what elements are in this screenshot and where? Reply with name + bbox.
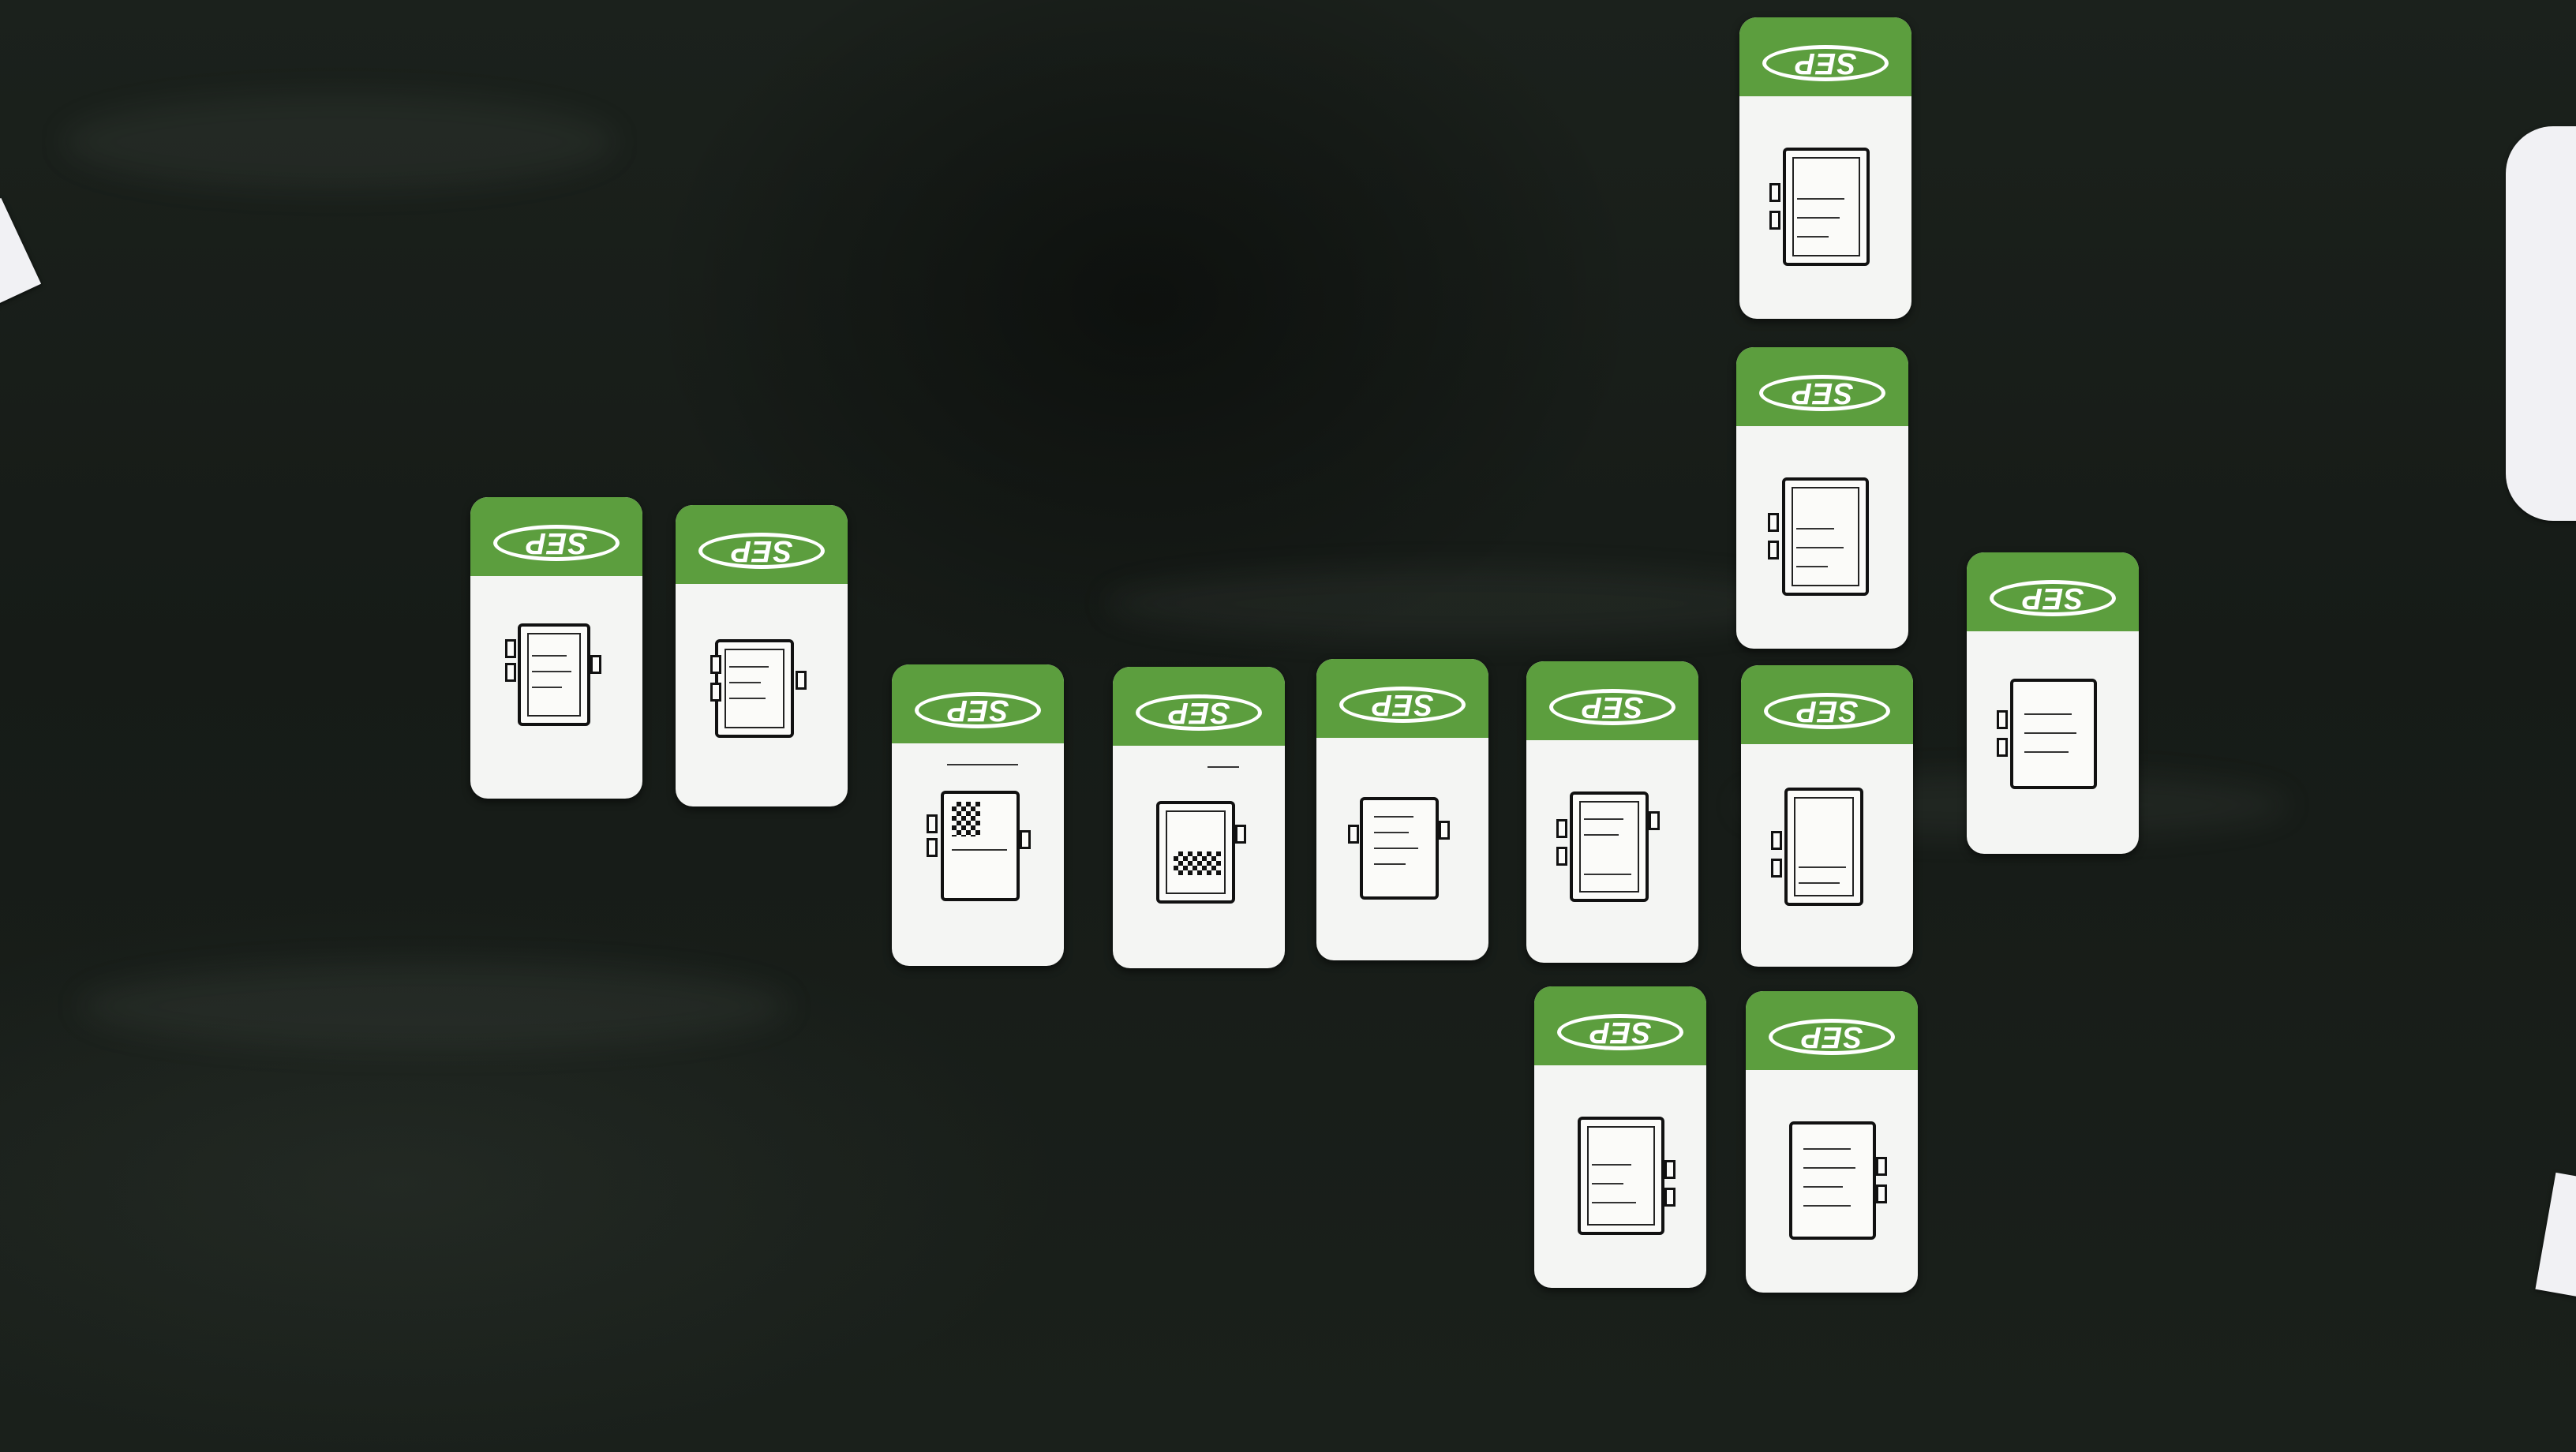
logo-text: SEP — [698, 533, 825, 569]
card-header-band: SEP — [470, 497, 642, 576]
sep-logo: SEP — [698, 520, 825, 569]
logo-text: SEP — [493, 525, 620, 561]
dark-tablecloth: SEP SEP SEP SEP SEP SEP SEP SEP SEP SEP … — [0, 0, 2576, 1452]
logo-text: SEP — [1136, 694, 1262, 731]
sketch-card[interactable]: SEP — [1526, 661, 1698, 963]
sep-logo: SEP — [1990, 567, 2116, 616]
sep-logo: SEP — [493, 512, 620, 561]
card-header-band: SEP — [1534, 986, 1706, 1065]
logo-text: SEP — [1557, 1014, 1683, 1050]
card-header-band: SEP — [1739, 17, 1911, 96]
card-header-band: SEP — [676, 505, 848, 584]
phone-sketch — [1789, 1121, 1876, 1240]
sketch-card[interactable]: SEP — [1746, 991, 1918, 1293]
sketch-card[interactable]: SEP — [1316, 659, 1488, 960]
logo-text: SEP — [1769, 1019, 1895, 1055]
phone-sketch — [715, 639, 794, 738]
sep-logo: SEP — [1557, 1001, 1683, 1050]
checker-pattern — [1174, 851, 1221, 875]
sketch-card[interactable]: SEP — [1534, 986, 1706, 1288]
card-header-band: SEP — [1741, 665, 1913, 744]
sketch-card[interactable]: SEP — [1739, 17, 1911, 319]
phone-sketch — [941, 791, 1020, 901]
sketch-card[interactable]: SEP — [470, 497, 642, 799]
logo-tagline-line — [555, 512, 558, 520]
sketch-card[interactable]: SEP — [1967, 552, 2139, 854]
handwritten-note — [1208, 758, 1239, 768]
card-header-band: SEP — [1526, 661, 1698, 740]
phone-sketch — [1156, 801, 1235, 904]
sep-logo: SEP — [1764, 680, 1890, 729]
handwritten-note — [947, 756, 1018, 765]
sep-logo: SEP — [1339, 674, 1466, 723]
logo-text: SEP — [1764, 693, 1890, 729]
phone-sketch — [1578, 1117, 1664, 1235]
sep-logo: SEP — [915, 679, 1041, 728]
logo-text: SEP — [915, 692, 1041, 728]
phone-sketch — [1360, 797, 1439, 900]
sep-logo: SEP — [1762, 32, 1889, 81]
card-header-band: SEP — [1746, 991, 1918, 1070]
logo-text: SEP — [1990, 580, 2116, 616]
sketch-card[interactable]: SEP — [892, 664, 1064, 966]
sketch-card[interactable]: SEP — [676, 505, 848, 806]
card-header-band: SEP — [892, 664, 1064, 743]
card-header-band: SEP — [1967, 552, 2139, 631]
paper-corner-left — [0, 197, 42, 308]
card-header-band: SEP — [1113, 667, 1285, 746]
phone-sketch — [1570, 791, 1649, 902]
paper-corner-right-top — [2506, 126, 2576, 521]
phone-sketch — [1783, 148, 1870, 266]
paper-corner-right-bottom — [2535, 1172, 2576, 1298]
sep-logo: SEP — [1769, 1006, 1895, 1055]
phone-sketch — [2010, 679, 2097, 789]
sep-logo: SEP — [1759, 362, 1885, 411]
sep-logo: SEP — [1136, 682, 1262, 731]
sep-logo: SEP — [1549, 676, 1676, 725]
logo-text: SEP — [1762, 45, 1889, 81]
logo-text: SEP — [1549, 689, 1676, 725]
sketch-card[interactable]: SEP — [1113, 667, 1285, 968]
card-header-band: SEP — [1736, 347, 1908, 426]
phone-sketch — [518, 623, 590, 726]
logo-text: SEP — [1759, 375, 1885, 411]
phone-sketch — [1782, 477, 1869, 596]
phone-sketch — [1784, 788, 1863, 906]
checker-pattern — [952, 802, 980, 836]
sketch-card[interactable]: SEP — [1736, 347, 1908, 649]
sketch-card[interactable]: SEP — [1741, 665, 1913, 967]
card-header-band: SEP — [1316, 659, 1488, 738]
logo-text: SEP — [1339, 687, 1466, 723]
